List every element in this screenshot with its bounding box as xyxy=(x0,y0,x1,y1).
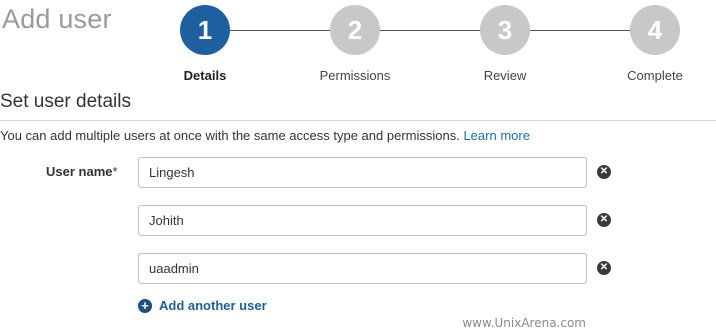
add-another-user-button[interactable]: + Add another user xyxy=(138,298,267,313)
remove-circle-icon[interactable]: ✕ xyxy=(597,261,611,275)
user-name-label-text: User name xyxy=(46,164,113,179)
step-1-number: 1 xyxy=(197,14,213,45)
plus-circle-icon: + xyxy=(138,298,152,313)
step-4-circle: 4 xyxy=(630,5,680,55)
user-name-input-1[interactable] xyxy=(138,157,587,188)
watermark: www.UnixArena.com xyxy=(462,316,586,330)
step-3-circle: 3 xyxy=(480,5,530,55)
step-3-label: Review xyxy=(483,68,527,83)
step-2-number: 2 xyxy=(347,14,363,45)
page-title: Add user xyxy=(2,4,112,34)
intro-text-row: You can add multiple users at once with … xyxy=(0,128,530,143)
user-name-label: User name* xyxy=(46,164,118,179)
step-1-circle: 1 xyxy=(180,5,230,55)
user-name-input-2[interactable] xyxy=(138,205,587,236)
required-marker: * xyxy=(112,164,118,179)
section-divider xyxy=(0,120,716,121)
step-4-number: 4 xyxy=(647,14,663,45)
step-4-label: Complete xyxy=(627,68,683,83)
learn-more-link[interactable]: Learn more xyxy=(463,128,529,143)
stepper-connector-line xyxy=(205,30,655,31)
step-2-circle: 2 xyxy=(330,5,380,55)
remove-circle-icon[interactable]: ✕ xyxy=(597,213,611,227)
step-2-label: Permissions xyxy=(319,68,391,83)
user-name-input-3[interactable] xyxy=(138,253,587,284)
step-3-number: 3 xyxy=(497,14,513,45)
section-title: Set user details xyxy=(0,91,131,112)
remove-circle-icon[interactable]: ✕ xyxy=(597,165,611,179)
add-another-user-label: Add another user xyxy=(159,298,267,313)
intro-text: You can add multiple users at once with … xyxy=(0,128,460,143)
step-1-label: Details xyxy=(183,68,227,83)
